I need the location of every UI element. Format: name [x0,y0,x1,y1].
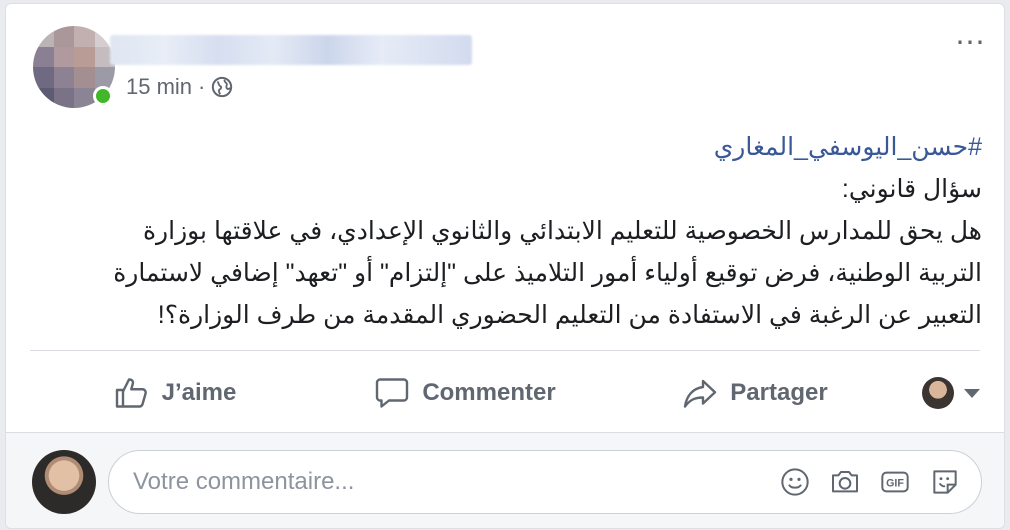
audience-selector[interactable] [900,377,980,409]
camera-icon[interactable] [829,466,861,498]
share-button[interactable]: Partager [610,363,900,423]
post-body: #حسن_اليوسفي_المغاري سؤال قانوني: هل يحق… [52,126,982,336]
comment-button[interactable]: Commenter [320,363,610,423]
comment-tools: GIF [779,466,981,498]
comment-bubble-icon [376,378,409,408]
profile-avatar-small [922,377,954,409]
post-line: التعبير عن الرغبة في الاستفادة من التعلي… [157,301,982,329]
action-bar: J’aime Commenter Partager [30,354,980,432]
thumbs-up-icon [115,378,147,408]
actions-divider [30,350,980,351]
share-arrow-icon [684,379,717,408]
meta-separator: · [198,74,206,99]
comment-box[interactable]: GIF [108,450,982,514]
post-meta: 15 min · [126,74,233,100]
like-label: J’aime [161,379,237,406]
post-line: هل يحق للمدارس الخصوصية للتعليم الابتدائ… [142,217,982,245]
gif-icon[interactable]: GIF [879,466,911,498]
comment-composer: GIF [6,433,1004,528]
share-label: Partager [730,379,828,406]
post-card: 15 min · ⋯ #حسن_اليوسفي_المغاري سؤال قان… [5,3,1005,529]
like-button[interactable]: J’aime [30,363,320,423]
more-options-icon[interactable]: ⋯ [955,28,986,58]
online-status-dot [93,86,113,106]
hashtag-link[interactable]: #حسن_اليوسفي_المغاري [52,126,982,168]
post-time[interactable]: 15 min [126,74,192,100]
caret-down-icon [964,388,980,398]
svg-text:GIF: GIF [886,478,904,490]
current-user-avatar[interactable] [32,450,96,514]
globe-icon[interactable] [211,76,233,98]
comment-input[interactable] [109,467,779,497]
author-name-blurred[interactable] [110,35,472,65]
post-line: سؤال قانوني: [841,175,982,203]
author-avatar[interactable] [33,26,115,108]
post-line: التربية الوطنية، فرض توقيع أولياء أمور ا… [113,259,982,287]
comment-label: Commenter [422,379,556,406]
emoji-icon[interactable] [779,466,811,498]
sticker-icon[interactable] [929,466,961,498]
